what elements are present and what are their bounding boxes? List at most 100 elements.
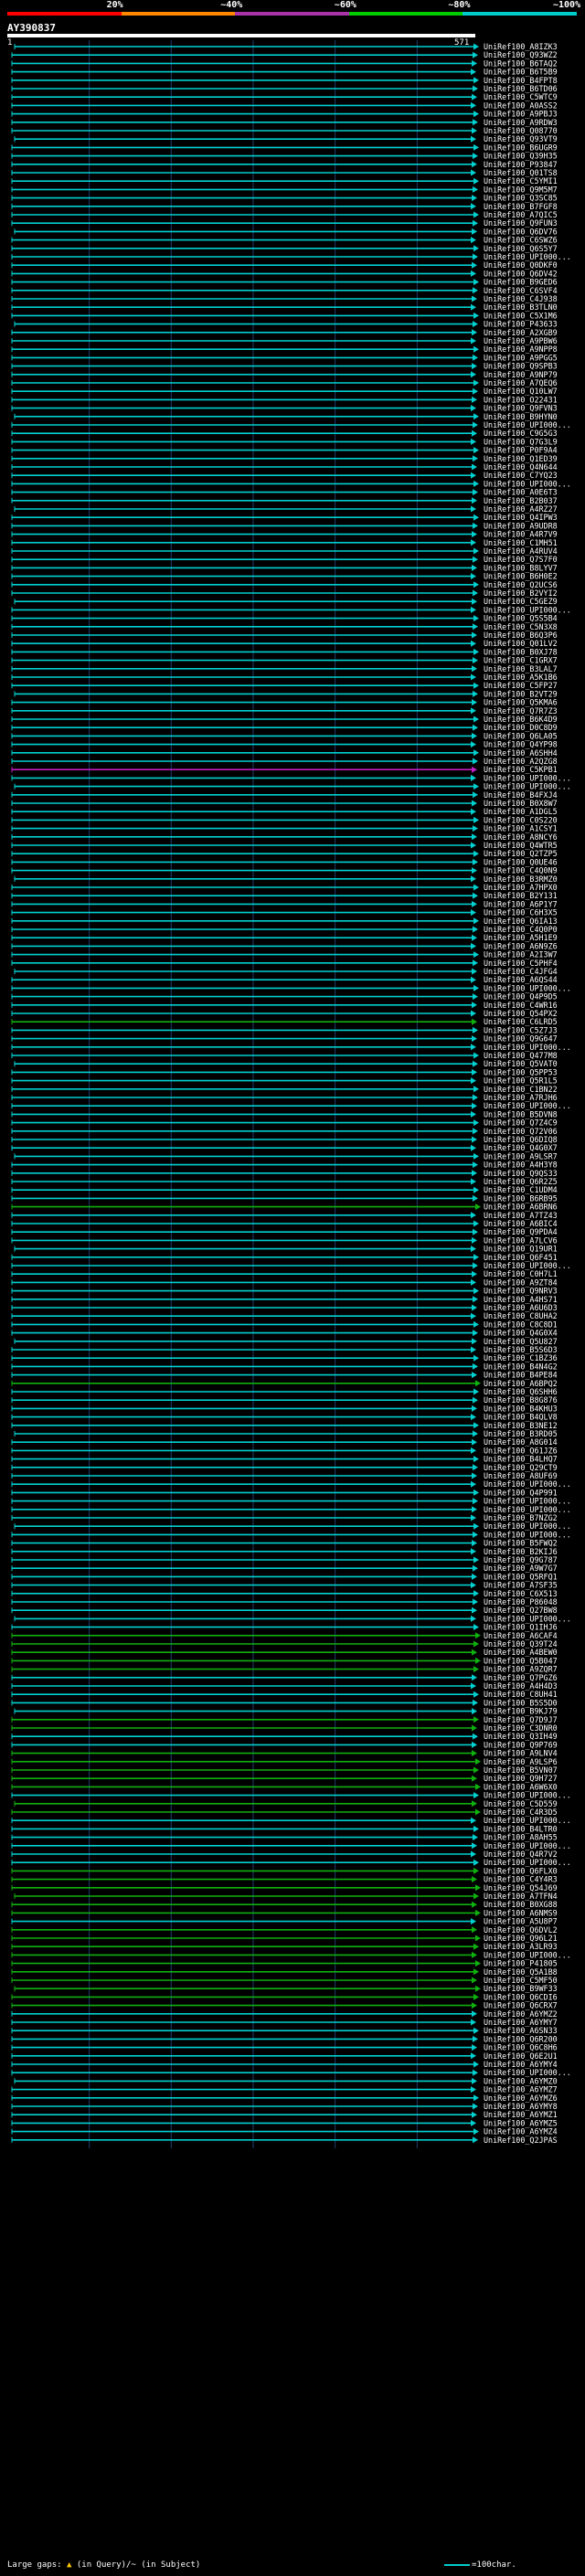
hit-row[interactable]: UniRef100_B9WF33 [14,1984,558,1993]
hit-row[interactable]: UniRef100_A0E6T3 [11,488,558,497]
hit-row[interactable]: UniRef100_A4RUV4 [11,546,558,556]
hit-row[interactable]: UniRef100_A7TFN4 [14,1892,558,1901]
hit-row[interactable]: UniRef100_B4FPT8 [11,76,558,85]
hit-row[interactable]: UniRef100_A6YMZ2 [11,2009,558,2019]
hit-row[interactable]: UniRef100_A4HS71 [11,1295,558,1304]
hit-row[interactable]: UniRef100_B7FGF8 [11,202,558,211]
hit-label[interactable]: UniRef100_Q2JPAS [484,2136,558,2145]
hit-row[interactable]: UniRef100_B8G876 [11,1395,558,1405]
hit-row[interactable]: UniRef100_A1CSY1 [11,824,558,833]
hit-row[interactable]: UniRef100_Q6FLX0 [11,1866,558,1875]
hit-row[interactable]: UniRef100_P41805 [11,1959,558,1968]
hit-row[interactable]: UniRef100_A9PBW6 [11,336,558,345]
hit-row[interactable]: UniRef100_B5FWQ2 [11,1539,558,1548]
hit-row[interactable]: UniRef100_A1DGL5 [11,807,558,816]
hit-row[interactable]: UniRef100_A6YMZ6 [11,2094,558,2103]
hit-row[interactable]: UniRef100_A6U6D3 [11,1303,558,1312]
hit-row[interactable]: UniRef100_A5U8P7 [11,1917,558,1926]
hit-row[interactable]: UniRef100_Q4IPW3 [11,513,558,522]
hit-row[interactable]: UniRef100_Q4YP98 [11,740,558,749]
hit-row[interactable]: UniRef100_A6YMY8 [11,2102,558,2111]
hit-row[interactable]: UniRef100_Q61JZ6 [11,1446,558,1455]
hit-row[interactable]: UniRef100_Q5U827 [14,1337,558,1346]
hit-row[interactable]: UniRef100_A6N9Z6 [11,941,558,950]
hit-row[interactable]: UniRef100_C8UHA2 [11,1311,558,1320]
hit-row[interactable]: UniRef100_B2Y131 [11,891,558,900]
hit-row[interactable]: UniRef100_C1GRX7 [11,656,558,665]
hit-row[interactable]: UniRef100_Q5PP53 [11,1067,558,1076]
hit-row[interactable]: UniRef100_A6YMZ0 [14,2076,558,2085]
hit-row[interactable]: UniRef100_B6TD06 [11,84,558,93]
hit-row[interactable]: UniRef100_C6SVF4 [11,286,558,295]
hit-row[interactable]: UniRef100_B5VN07 [11,1765,558,1775]
hit-row[interactable]: UniRef100_C4Q0N9 [11,866,558,875]
hit-row[interactable]: UniRef100_B2KIJ6 [11,1547,558,1556]
hit-row[interactable]: UniRef100_Q9G787 [11,1555,558,1564]
hit-row[interactable]: UniRef100_Q2JPAS [11,2136,558,2145]
hit-row[interactable]: UniRef100_Q7R7Z3 [11,706,558,716]
hit-row[interactable]: UniRef100_D0C8D9 [11,723,558,732]
hit-row[interactable]: UniRef100_Q93VT9 [14,134,558,143]
hit-row[interactable]: UniRef100_C5N3X8 [11,622,558,631]
hit-row[interactable]: UniRef100_B6Q3P6 [11,631,558,640]
hit-row[interactable]: UniRef100_C5D559 [14,1799,558,1808]
hit-row[interactable]: UniRef100_A6W6X0 [11,1782,558,1791]
hit-row[interactable]: UniRef100_B4PE84 [11,1371,558,1380]
hit-row[interactable]: UniRef100_Q5VAT0 [14,1059,558,1068]
hit-row[interactable]: UniRef100_A9RDW3 [11,118,558,127]
hit-row[interactable]: UniRef100_A8NCY6 [11,832,558,842]
hit-row[interactable]: UniRef100_A6YMY7 [11,2018,558,2027]
hit-row[interactable]: UniRef100_Q9PDA4 [11,1227,558,1236]
hit-row[interactable]: UniRef100_A7RJH6 [11,1093,558,1102]
hit-row[interactable]: UniRef100_B2VYI2 [11,588,558,598]
hit-row[interactable]: UniRef100_A7QEQ6 [11,378,558,387]
hit-row[interactable]: UniRef100_O22431 [11,395,558,404]
hit-row[interactable]: UniRef100_C7YQ23 [11,471,558,480]
hit-row[interactable]: UniRef100_B4FXJ4 [11,790,558,800]
hit-row[interactable]: UniRef100_C4JFG4 [14,967,558,976]
hit-row[interactable]: UniRef100_Q93WZ2 [11,50,558,59]
hit-row[interactable]: UniRef100_B3LAL7 [11,664,558,673]
hit-row[interactable]: UniRef100_Q2TZP5 [11,849,558,858]
hit-row[interactable]: UniRef100_Q9FUN3 [11,218,558,228]
hit-row[interactable]: UniRef100_A6YMZ1 [11,2110,558,2119]
hit-row[interactable]: UniRef100_Q5S5B4 [11,614,558,623]
hit-row[interactable]: UniRef100_B9KJ79 [14,1707,558,1716]
hit-row[interactable]: UniRef100_B3TLN0 [11,302,558,312]
hit-row[interactable]: UniRef100_A6YMZ5 [11,2118,558,2127]
hit-row[interactable]: UniRef100_Q6C8H6 [11,2043,558,2052]
hit-row[interactable]: UniRef100_A9LNV4 [11,1749,558,1758]
hit-row[interactable]: UniRef100_Q10LW7 [11,387,558,396]
hit-row[interactable]: UniRef100_A6NMS9 [11,1908,558,1917]
hit-row[interactable]: UniRef100_A0ASS2 [11,101,558,110]
hit-row[interactable]: UniRef100_A4R7V9 [11,530,558,539]
hit-row[interactable]: UniRef100_C5GEZ9 [14,597,558,606]
hit-row[interactable]: UniRef100_C5Z7J3 [11,1025,558,1034]
hit-row[interactable]: UniRef100_Q5A1B8 [11,1967,558,1977]
hit-row[interactable]: UniRef100_B8LYV7 [11,563,558,572]
hit-row[interactable]: UniRef100_A9ZT84 [11,1277,558,1287]
hit-row[interactable]: UniRef100_C8C8D1 [11,1320,558,1329]
hit-row[interactable]: UniRef100_A7QIC5 [11,210,558,219]
hit-row[interactable]: UniRef100_B7NZG2 [11,1513,558,1522]
hit-row[interactable]: UniRef100_Q08770 [11,126,558,135]
hit-row[interactable]: UniRef100_A2XGB9 [11,328,558,337]
hit-row[interactable]: UniRef100_Q6E2U1 [11,2051,558,2061]
hit-row[interactable]: UniRef100_Q6R2Z5 [11,1177,558,1186]
hit-row[interactable]: UniRef100_A7SF35 [11,1581,558,1590]
hit-row[interactable]: UniRef100_B3RD05 [14,1429,558,1438]
hit-row[interactable]: UniRef100_Q7D9J7 [11,1715,558,1724]
hit-row[interactable]: UniRef100_A9NP79 [11,370,558,379]
hit-row[interactable]: UniRef100_Q6DV42 [11,269,558,278]
hit-row[interactable]: UniRef100_Q01LV2 [11,639,558,648]
hit-row[interactable]: UniRef100_Q19UR1 [14,1245,558,1254]
hit-row[interactable]: UniRef100_A9NPP8 [11,345,558,354]
hit-row[interactable]: UniRef100_Q4P991 [11,1488,558,1497]
hit-row[interactable]: UniRef100_A3LR93 [11,1942,558,1951]
hit-row[interactable]: UniRef100_B5S6D3 [11,1345,558,1354]
hit-row[interactable]: UniRef100_B3RMZ0 [14,875,558,884]
hit-row[interactable]: UniRef100_A4H3Y8 [11,1161,558,1170]
hit-row[interactable]: UniRef100_A6QS44 [11,975,558,984]
hit-row[interactable]: UniRef100_A8UF69 [11,1471,558,1480]
hit-row[interactable]: UniRef100_B4N4G2 [11,1362,558,1371]
